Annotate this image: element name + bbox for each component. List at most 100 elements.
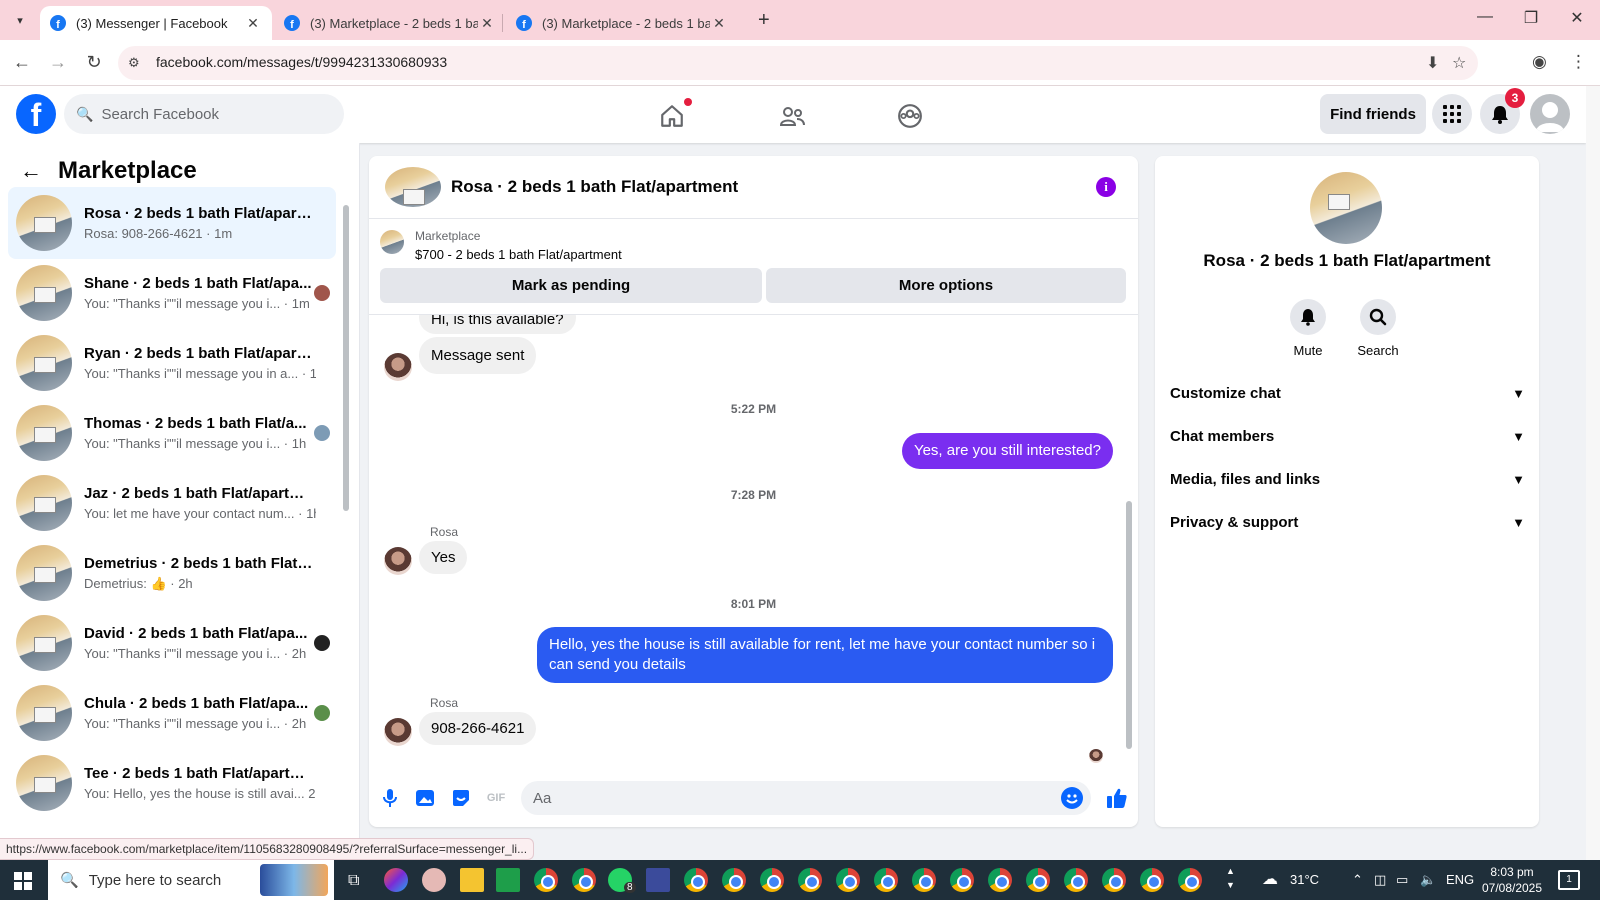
find-friends-button[interactable]: Find friends xyxy=(1320,94,1426,134)
address-bar[interactable]: ⚙ facebook.com/messages/t/99942313306809… xyxy=(118,46,1478,80)
conversation-preview: You: "Thanks i""il message you i... · 1h xyxy=(84,436,307,451)
taskbar-search-box[interactable]: 🔍 Type here to search xyxy=(48,860,334,900)
task-view-icon[interactable]: ⧉ xyxy=(348,872,359,890)
weather-temperature[interactable]: 31°C xyxy=(1290,872,1319,887)
browser-menu-icon[interactable]: ⋮ xyxy=(1570,52,1587,72)
input-language[interactable]: ENG xyxy=(1446,872,1474,887)
facebook-logo[interactable]: f xyxy=(16,94,56,134)
conversation-item[interactable]: Rosa · 2 beds 1 bath Flat/apartm... Rosa… xyxy=(8,187,336,259)
listing-avatar-large[interactable] xyxy=(1310,172,1382,244)
chrome-profile-icon[interactable] xyxy=(1102,868,1126,892)
copilot-icon[interactable] xyxy=(384,868,408,892)
account-avatar[interactable] xyxy=(1530,94,1570,134)
chrome-profile-icon[interactable] xyxy=(1026,868,1050,892)
chrome-profile-icon[interactable] xyxy=(684,868,708,892)
groups-nav-icon[interactable] xyxy=(894,100,926,132)
facebook-search-input[interactable]: 🔍 Search Facebook xyxy=(64,94,344,134)
close-tab-icon[interactable]: ✕ xyxy=(478,15,496,32)
browser-tab-messenger[interactable]: f (3) Messenger | Facebook ✕ xyxy=(40,6,272,40)
mute-button[interactable]: Mute xyxy=(1278,299,1338,358)
reload-icon[interactable]: ↻ xyxy=(82,52,106,73)
search-icon[interactable] xyxy=(1360,299,1396,335)
chrome-profile-icon[interactable] xyxy=(1140,868,1164,892)
chrome-profile-icon[interactable] xyxy=(1178,868,1202,892)
file-explorer-icon[interactable] xyxy=(460,868,484,892)
new-tab-icon[interactable]: + xyxy=(758,9,770,32)
chat-title[interactable]: Rosa · 2 beds 1 bath Flat/apartment xyxy=(451,177,738,197)
volume-icon[interactable]: 🔈 xyxy=(1420,872,1436,888)
mark-as-pending-button[interactable]: Mark as pending xyxy=(380,268,762,303)
search-in-chat-button[interactable]: Search xyxy=(1348,299,1408,358)
bell-icon[interactable] xyxy=(1290,299,1326,335)
message-scrollbar[interactable] xyxy=(1124,315,1134,767)
url-text[interactable]: facebook.com/messages/t/9994231330680933 xyxy=(156,54,447,70)
chrome-profile-icon[interactable] xyxy=(874,868,898,892)
chat-listing-avatar[interactable] xyxy=(385,167,441,207)
network-icon[interactable]: ▭ xyxy=(1396,872,1408,888)
chrome-profile-icon[interactable] xyxy=(760,868,784,892)
customize-chat-section[interactable]: Customize chat ▼ xyxy=(1170,375,1525,411)
conversation-item[interactable]: Ryan · 2 beds 1 bath Flat/apartm... You:… xyxy=(8,327,336,399)
conversation-item[interactable]: Tee · 2 beds 1 bath Flat/apartment You: … xyxy=(8,747,336,819)
home-nav-icon[interactable] xyxy=(656,100,688,132)
chat-members-section[interactable]: Chat members ▼ xyxy=(1170,418,1525,454)
conversation-item[interactable]: David · 2 beds 1 bath Flat/apa... You: "… xyxy=(8,607,336,679)
conversation-item[interactable]: Shane · 2 beds 1 bath Flat/apa... You: "… xyxy=(8,257,336,329)
chrome-profile-icon[interactable] xyxy=(722,868,746,892)
chrome-profile-icon[interactable] xyxy=(798,868,822,892)
message-input[interactable]: Aa xyxy=(521,781,1091,815)
spreadsheet-app-icon[interactable] xyxy=(496,868,520,892)
conversation-item[interactable]: Chula · 2 beds 1 bath Flat/apa... You: "… xyxy=(8,677,336,749)
tray-chevron-up-icon[interactable]: ⌃ xyxy=(1352,872,1363,888)
media-files-links-section[interactable]: Media, files and links ▼ xyxy=(1170,461,1525,497)
browser-tab-marketplace-2[interactable]: f (3) Marketplace - 2 beds 1 bath ✕ xyxy=(506,6,738,40)
microphone-icon[interactable] xyxy=(380,788,400,808)
site-settings-icon[interactable]: ⚙ xyxy=(128,55,140,71)
friends-nav-icon[interactable] xyxy=(776,100,808,132)
restore-icon[interactable]: ❐ xyxy=(1516,8,1546,28)
chrome-profile-icon[interactable] xyxy=(1064,868,1088,892)
minimize-icon[interactable]: — xyxy=(1470,8,1500,26)
listing-title[interactable]: $700 - 2 beds 1 bath Flat/apartment xyxy=(415,247,622,262)
notification-center-icon[interactable]: 1 xyxy=(1558,870,1580,890)
chrome-profile-icon[interactable] xyxy=(836,868,860,892)
windows-start-icon[interactable] xyxy=(14,872,32,890)
tab-search-chevron-icon[interactable]: ▾ xyxy=(8,8,32,32)
menu-grid-icon[interactable] xyxy=(1432,94,1472,134)
scrollbar-thumb[interactable] xyxy=(1126,501,1132,749)
emoji-icon[interactable] xyxy=(1061,787,1083,809)
chrome-profile-icon[interactable] xyxy=(988,868,1012,892)
chrome-profile-icon[interactable] xyxy=(950,868,974,892)
bookmark-star-icon[interactable]: ☆ xyxy=(1452,53,1466,73)
profile-icon[interactable]: ◉ xyxy=(1532,52,1547,72)
conversation-item[interactable]: Thomas · 2 beds 1 bath Flat/a... You: "T… xyxy=(8,397,336,469)
page-scrollbar[interactable] xyxy=(1586,86,1600,860)
chrome-profile-icon[interactable] xyxy=(572,868,596,892)
conversation-item[interactable]: Demetrius · 2 beds 1 bath Flat/a... Deme… xyxy=(8,537,336,609)
thumbs-up-icon[interactable] xyxy=(1105,788,1129,808)
gif-icon[interactable]: GIF xyxy=(486,788,506,808)
taskbar-overflow-arrows-icon[interactable]: ▲ ▼ xyxy=(1226,864,1235,892)
back-arrow-icon[interactable]: ← xyxy=(20,158,42,184)
more-options-button[interactable]: More options xyxy=(766,268,1126,303)
browser-tab-marketplace-1[interactable]: f (3) Marketplace - 2 beds 1 bath ✕ xyxy=(274,6,506,40)
close-tab-icon[interactable]: ✕ xyxy=(710,15,728,32)
scrollbar-thumb[interactable] xyxy=(343,205,349,511)
photo-attach-icon[interactable] xyxy=(415,788,435,808)
chrome-profile-icon[interactable] xyxy=(912,868,936,892)
close-window-icon[interactable]: ✕ xyxy=(1562,8,1592,28)
chrome-icon[interactable] xyxy=(534,868,558,892)
app-icon[interactable] xyxy=(646,868,670,892)
forward-arrow-icon[interactable]: → xyxy=(46,52,70,73)
back-arrow-icon[interactable]: ← xyxy=(10,52,34,73)
conversation-list-scrollbar[interactable] xyxy=(342,193,350,513)
info-icon[interactable]: i xyxy=(1096,177,1116,197)
privacy-support-section[interactable]: Privacy & support ▼ xyxy=(1170,504,1525,540)
install-app-icon[interactable]: ⬇ xyxy=(1426,53,1439,73)
sticker-icon[interactable] xyxy=(451,788,471,808)
close-tab-icon[interactable]: ✕ xyxy=(244,15,262,32)
meet-now-icon[interactable]: ◫ xyxy=(1374,872,1386,888)
taskbar-clock[interactable]: 8:03 pm 07/08/2025 xyxy=(1480,864,1544,896)
conversation-item[interactable]: Jaz · 2 beds 1 bath Flat/apartment You: … xyxy=(8,467,336,539)
app-icon[interactable] xyxy=(422,868,446,892)
